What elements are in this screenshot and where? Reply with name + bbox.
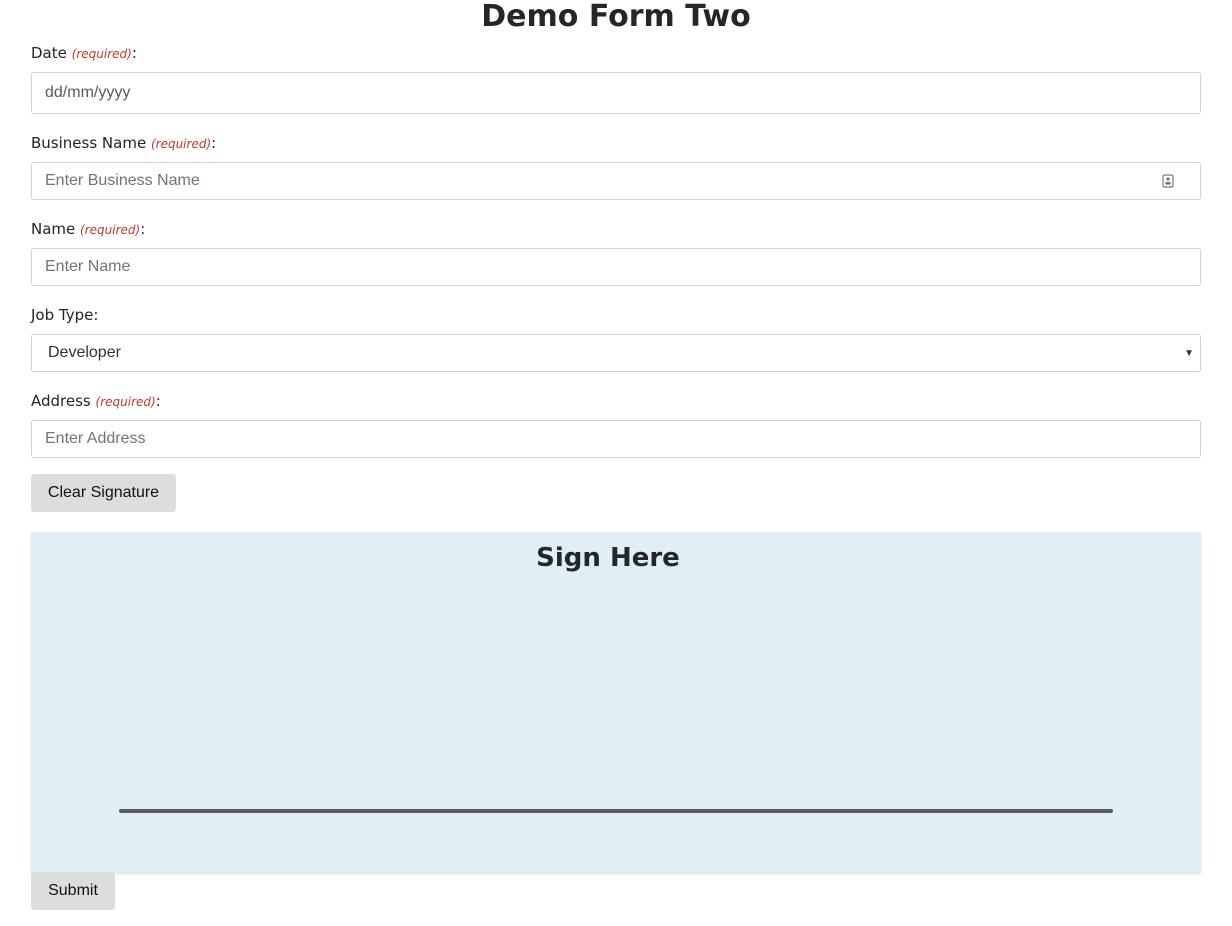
date-input-value: dd/mm/yyyy <box>45 84 131 101</box>
name-placeholder: Enter Name <box>45 258 131 275</box>
business-name-label: Business Name (required): <box>31 133 216 154</box>
required-marker: (required) <box>95 395 156 409</box>
submit-button[interactable]: Submit <box>31 872 115 910</box>
business-name-input[interactable]: Enter Business Name <box>31 162 1201 200</box>
contact-card-icon[interactable] <box>1162 174 1174 188</box>
clear-signature-button[interactable]: Clear Signature <box>31 474 176 512</box>
label-colon: : <box>131 44 137 62</box>
form-title: Demo Form Two <box>481 0 751 34</box>
signature-title: Sign Here <box>536 543 680 573</box>
name-input[interactable]: Enter Name <box>31 248 1201 286</box>
job-type-label: Job Type: <box>31 306 99 324</box>
date-label-text: Date <box>31 44 67 62</box>
job-type-select[interactable]: Developer ▼ <box>31 334 1201 372</box>
address-label: Address (required): <box>31 391 161 412</box>
signature-pad[interactable]: Sign Here <box>31 532 1201 872</box>
signature-line <box>119 809 1113 813</box>
address-input[interactable]: Enter Address <box>31 420 1201 458</box>
required-marker: (required) <box>150 137 212 151</box>
date-label: Date (required): <box>31 43 137 64</box>
address-placeholder: Enter Address <box>45 430 146 447</box>
name-label: Name (required): <box>31 219 145 240</box>
business-name-label-text: Business Name <box>31 134 147 152</box>
name-label-text: Name <box>31 220 76 238</box>
business-name-placeholder: Enter Business Name <box>45 172 200 189</box>
address-label-text: Address <box>31 392 91 410</box>
label-colon: : <box>155 392 161 410</box>
required-marker: (required) <box>71 47 132 61</box>
dropdown-caret-icon: ▼ <box>1184 347 1194 359</box>
date-input[interactable]: dd/mm/yyyy <box>31 72 1201 114</box>
label-colon: : <box>211 134 217 152</box>
required-marker: (required) <box>80 223 141 237</box>
label-colon: : <box>140 220 146 238</box>
demo-form-page: Demo Form Two Date (required): dd/mm/yyy… <box>0 0 1232 926</box>
job-type-selected: Developer <box>48 344 121 361</box>
